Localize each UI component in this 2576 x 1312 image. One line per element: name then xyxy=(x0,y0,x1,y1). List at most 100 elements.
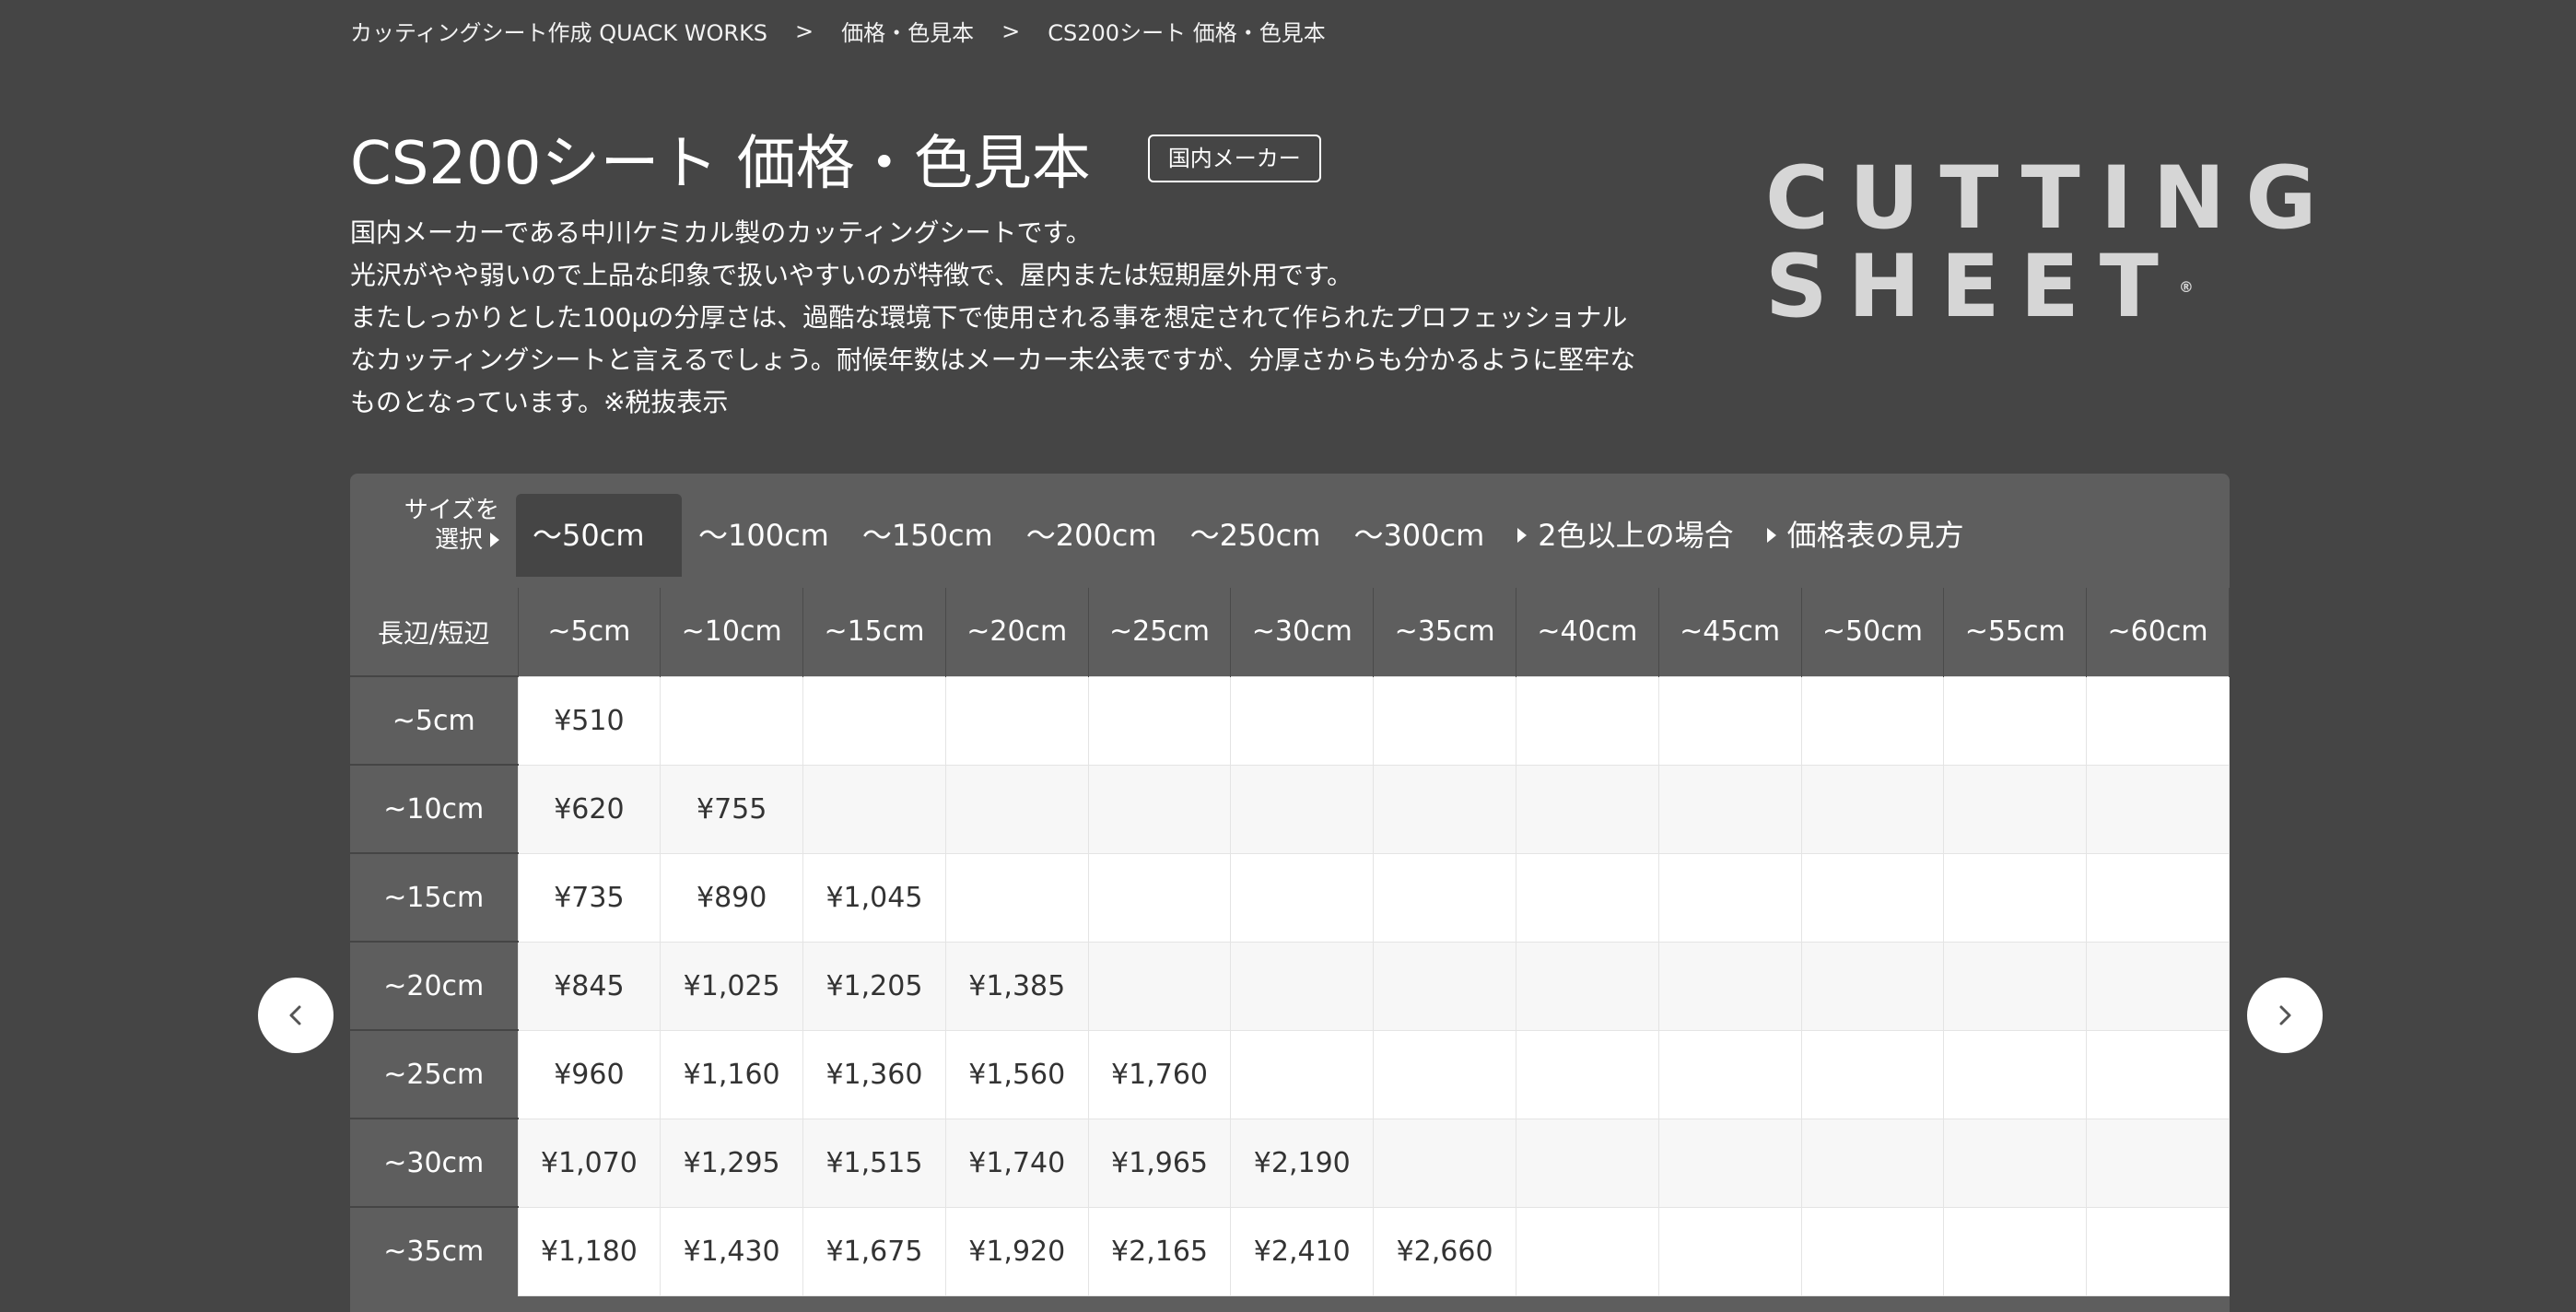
table-column-header: ~35cm xyxy=(1373,588,1516,676)
tab-300cm[interactable]: 〜300cm xyxy=(1337,494,1501,577)
price-cell: ¥2,165 xyxy=(1087,1206,1232,1296)
price-cell xyxy=(1800,764,1945,854)
table-header-row: 長辺/短辺 ~5cm ~10cm ~15cm ~20cm ~25cm ~30cm ~35cm… xyxy=(350,588,2230,676)
breadcrumb-home-link[interactable]: カッティングシート作成 QUACK WORKS xyxy=(350,15,767,47)
table-column-header: ~15cm xyxy=(802,588,946,676)
price-cell xyxy=(1230,1029,1375,1119)
chevron-left-icon xyxy=(289,1005,301,1025)
price-cell xyxy=(1087,764,1232,854)
table-row: ~20cm ¥845 ¥1,025 ¥1,205 ¥1,385 xyxy=(350,941,2230,1031)
price-cell: ¥1,045 xyxy=(802,852,946,943)
table-row: ~15cm ¥735 ¥890 ¥1,045 xyxy=(350,852,2230,943)
logo-line-1: CUTTING xyxy=(1765,148,2337,249)
multi-color-link[interactable]: 2色以上の場合 xyxy=(1501,494,1750,577)
price-table: 長辺/短辺 ~5cm ~10cm ~15cm ~20cm ~25cm ~30cm ~35cm… xyxy=(350,588,2230,1296)
price-cell xyxy=(2086,1206,2230,1296)
prev-button[interactable] xyxy=(258,978,334,1053)
breadcrumb: カッティングシート作成 QUACK WORKS > 価格・色見本 > CS200… xyxy=(350,15,1326,47)
price-cell xyxy=(1657,1206,1802,1296)
price-cell: ¥1,180 xyxy=(517,1206,662,1296)
table-row: ~10cm ¥620 ¥755 xyxy=(350,764,2230,854)
table-row-header: ~5cm xyxy=(350,675,518,765)
multi-color-link-label: 2色以上の場合 xyxy=(1538,518,1734,553)
chevron-right-icon xyxy=(2279,1005,2291,1025)
price-cell xyxy=(1800,1118,1945,1208)
table-corner-label: 長辺/短辺 xyxy=(350,588,519,676)
table-row-header: ~35cm xyxy=(350,1206,518,1295)
price-cell xyxy=(1373,1029,1516,1119)
table-row-header: ~10cm xyxy=(350,764,518,853)
price-cell xyxy=(944,764,1089,854)
price-cell xyxy=(1657,941,1802,1031)
price-cell: ¥1,205 xyxy=(802,941,946,1031)
price-guide-link[interactable]: 価格表の見方 xyxy=(1751,494,1981,577)
price-cell xyxy=(1800,1206,1945,1296)
price-cell xyxy=(1943,941,2088,1031)
price-cell xyxy=(1373,941,1516,1031)
price-cell xyxy=(944,852,1089,943)
description-line: またしっかりとした100μの分厚さは、過酷な環境下で使用される事を想定されて作ら… xyxy=(350,302,1628,333)
table-column-header: ~5cm xyxy=(518,588,662,676)
registered-mark: ® xyxy=(2178,278,2194,296)
price-cell: ¥1,560 xyxy=(944,1029,1089,1119)
tab-100cm[interactable]: 〜100cm xyxy=(682,494,846,577)
table-column-header: ~20cm xyxy=(945,588,1089,676)
price-cell xyxy=(1087,941,1232,1031)
price-cell xyxy=(1515,1206,1659,1296)
tab-150cm[interactable]: 〜150cm xyxy=(846,494,1010,577)
cutting-sheet-logo: CUTTING SHEET® xyxy=(1765,155,2337,332)
price-cell: ¥1,070 xyxy=(517,1118,662,1208)
price-cell xyxy=(1657,764,1802,854)
next-button[interactable] xyxy=(2247,978,2323,1053)
price-cell xyxy=(944,675,1089,766)
price-cell xyxy=(1800,852,1945,943)
description-line: 国内メーカーである中川ケミカル製のカッティングシートです。 xyxy=(350,217,1092,248)
price-cell: ¥1,965 xyxy=(1087,1118,1232,1208)
price-cell xyxy=(802,675,946,766)
price-cell xyxy=(1373,764,1516,854)
price-cell: ¥1,920 xyxy=(944,1206,1089,1296)
price-cell xyxy=(1943,1206,2088,1296)
price-cell: ¥755 xyxy=(660,764,804,854)
price-cell xyxy=(1087,675,1232,766)
price-cell xyxy=(1373,1118,1516,1208)
description-line: ものとなっています。※税抜表示 xyxy=(350,387,729,417)
price-cell xyxy=(1515,941,1659,1031)
price-cell xyxy=(2086,1029,2230,1119)
price-cell: ¥1,360 xyxy=(802,1029,946,1119)
page: カッティングシート作成 QUACK WORKS > 価格・色見本 > CS200… xyxy=(0,0,2576,1312)
tab-250cm[interactable]: 〜250cm xyxy=(1174,494,1338,577)
price-cell xyxy=(1800,1029,1945,1119)
tab-50cm[interactable]: 〜50cm xyxy=(516,494,682,577)
price-cell: ¥2,410 xyxy=(1230,1206,1375,1296)
price-cell: ¥1,675 xyxy=(802,1206,946,1296)
price-cell xyxy=(1800,675,1945,766)
logo-line-2: SHEET® xyxy=(1765,243,2337,332)
price-cell xyxy=(1657,1118,1802,1208)
table-column-header: ~60cm xyxy=(2086,588,2230,676)
tab-200cm[interactable]: 〜200cm xyxy=(1010,494,1174,577)
breadcrumb-price-link[interactable]: 価格・色見本 xyxy=(841,15,974,47)
price-cell xyxy=(1515,675,1659,766)
title-row: CS200シート 価格・色見本 国内メーカー xyxy=(350,116,1321,201)
price-cell: ¥890 xyxy=(660,852,804,943)
price-cell xyxy=(2086,852,2230,943)
table-column-header: ~40cm xyxy=(1516,588,1659,676)
price-cell xyxy=(1373,852,1516,943)
prompt-line-2-text: 選択 xyxy=(434,526,483,554)
table-column-header: ~30cm xyxy=(1230,588,1375,676)
price-cell: ¥960 xyxy=(517,1029,662,1119)
price-guide-link-label: 価格表の見方 xyxy=(1786,518,1964,553)
table-column-header: ~25cm xyxy=(1088,588,1232,676)
table-row: ~30cm ¥1,070 ¥1,295 ¥1,515 ¥1,740 ¥1,965 ¥2,19… xyxy=(350,1118,2230,1208)
prompt-line-1: サイズを xyxy=(404,497,499,524)
price-cell: ¥1,515 xyxy=(802,1118,946,1208)
price-cell xyxy=(1515,852,1659,943)
logo-line-2-text: SHEET xyxy=(1765,237,2179,337)
price-cell: ¥620 xyxy=(517,764,662,854)
breadcrumb-separator: > xyxy=(1001,18,1021,44)
price-cell xyxy=(1657,675,1802,766)
price-cell xyxy=(1515,764,1659,854)
price-panel: サイズを 選択 〜50cm 〜100cm 〜150cm 〜200cm 〜250c… xyxy=(350,474,2230,1312)
breadcrumb-current: CS200シート 価格・色見本 xyxy=(1048,20,1326,46)
